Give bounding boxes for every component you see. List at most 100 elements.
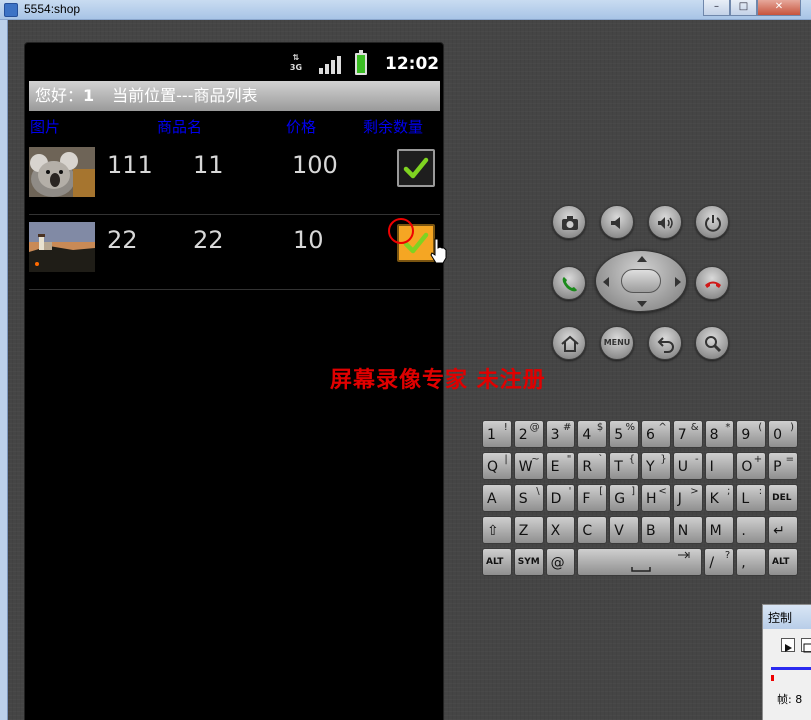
key-l[interactable]: L: <box>736 484 767 512</box>
key-6[interactable]: 6 ^ <box>640 420 671 448</box>
minimize-button[interactable]: – <box>703 0 730 16</box>
power-icon <box>705 215 721 232</box>
key-o[interactable]: O + <box>736 452 767 480</box>
space-icon <box>631 551 690 572</box>
key-c[interactable]: C <box>577 516 608 544</box>
column-header-name: 商品名 <box>157 118 203 136</box>
menu-label: MENU <box>603 338 631 347</box>
key-g[interactable]: G] <box>609 484 639 512</box>
key-e[interactable]: E " <box>545 452 576 480</box>
status-bar: ⇅ 3G 12:02 <box>25 43 443 83</box>
key-sym[interactable]: SYM <box>513 548 544 576</box>
dpad-right-icon[interactable] <box>675 277 681 287</box>
key-x[interactable]: X <box>545 516 576 544</box>
call-icon <box>562 277 577 292</box>
product-name: 11 <box>193 151 224 179</box>
key-at[interactable]: @ <box>545 548 576 576</box>
key-3[interactable]: 3 # <box>545 420 576 448</box>
key-comma[interactable]: , <box>736 548 766 576</box>
call-button[interactable] <box>552 266 586 300</box>
volume-up-button[interactable] <box>648 205 682 239</box>
app-icon <box>4 3 18 17</box>
dpad-center-button[interactable] <box>621 269 661 293</box>
key-d[interactable]: D ' <box>545 484 576 512</box>
table-row[interactable]: 22 22 10 <box>29 215 440 290</box>
key-i[interactable]: I <box>704 452 735 480</box>
camera-icon <box>562 216 578 230</box>
key-4[interactable]: 4 $ <box>577 420 608 448</box>
key-v[interactable]: V <box>609 516 639 544</box>
key-a[interactable]: A <box>482 484 512 512</box>
key-p[interactable]: P = <box>768 452 798 480</box>
key-h[interactable]: H < <box>640 484 671 512</box>
stop-button[interactable] <box>801 638 811 653</box>
key-n[interactable]: N <box>672 516 703 544</box>
greeting-label: 您好： <box>35 86 84 105</box>
row-divider <box>29 289 440 290</box>
search-button[interactable] <box>695 326 729 360</box>
frame-counter: 帧: 8 <box>777 693 803 706</box>
camera-button[interactable] <box>552 205 586 239</box>
key-9[interactable]: 9( <box>736 420 767 448</box>
network-label: 3G <box>289 63 303 72</box>
key-y[interactable]: Y} <box>640 452 671 480</box>
play-icon <box>785 644 792 652</box>
maximize-button[interactable]: □ <box>730 0 757 16</box>
emulator-keyboard: 1! 2 @3 #4 $5% 6 ^ 7 & 8 * 9(0) Q | W ~ E " R ` T{Y} U - I O + P =… <box>482 420 800 576</box>
key-space[interactable] <box>577 548 703 576</box>
back-button[interactable] <box>648 326 682 360</box>
network-3g-icon: ⇅ 3G <box>289 53 303 72</box>
product-price: 10 <box>293 226 324 254</box>
hand-cursor-icon <box>430 238 447 264</box>
control-window[interactable]: 控制 帧: 8 <box>762 604 811 720</box>
key-w[interactable]: W ~ <box>513 452 544 480</box>
key-alt-left[interactable]: ALT <box>482 548 512 576</box>
power-button[interactable] <box>695 205 729 239</box>
window-titlebar[interactable]: 5554:shop – □ ✕ <box>0 0 811 20</box>
stop-icon <box>803 643 811 653</box>
key-r[interactable]: R ` <box>577 452 608 480</box>
key-special[interactable]: ⇧ <box>482 516 512 544</box>
key-8[interactable]: 8 * <box>704 420 735 448</box>
dpad-down-icon[interactable] <box>637 301 647 307</box>
progress-bar <box>771 667 811 670</box>
key-0[interactable]: 0) <box>768 420 798 448</box>
dpad-left-icon[interactable] <box>603 277 609 287</box>
key-t[interactable]: T{ <box>609 452 639 480</box>
dpad[interactable] <box>595 250 687 312</box>
key-5[interactable]: 5% <box>609 420 639 448</box>
column-header-price: 价格 <box>286 118 317 136</box>
key-b[interactable]: B <box>640 516 671 544</box>
close-button[interactable]: ✕ <box>757 0 801 16</box>
key-special[interactable]: . <box>736 516 767 544</box>
volume-down-button[interactable] <box>600 205 634 239</box>
table-row[interactable]: 111 11 100 <box>29 140 440 215</box>
key-1[interactable]: 1! <box>482 420 512 448</box>
key-q[interactable]: Q | <box>482 452 512 480</box>
recorder-watermark: 屏幕录像专家 未注册 <box>330 367 546 393</box>
key-f[interactable]: F[ <box>577 484 608 512</box>
key-special[interactable]: DEL <box>768 484 798 512</box>
product-image-lighthouse <box>29 222 95 272</box>
key-2[interactable]: 2 @ <box>513 420 544 448</box>
key-z[interactable]: Z <box>513 516 544 544</box>
menu-button[interactable]: MENU <box>600 326 634 360</box>
key-k[interactable]: K; <box>704 484 735 512</box>
key-7[interactable]: 7 & <box>672 420 703 448</box>
user-name: 1 <box>83 86 95 105</box>
key-slash[interactable]: /? <box>704 548 735 576</box>
key-s[interactable]: S \ <box>513 484 544 512</box>
key-m[interactable]: M <box>704 516 735 544</box>
dpad-up-icon[interactable] <box>637 256 647 262</box>
home-button[interactable] <box>552 326 586 360</box>
key-j[interactable]: J > <box>672 484 703 512</box>
end-call-button[interactable] <box>695 266 729 300</box>
stock-checkbox[interactable] <box>397 149 435 187</box>
location-text: 当前位置---商品列表 <box>112 86 258 105</box>
progress-marker <box>771 675 774 681</box>
battery-icon <box>355 50 367 75</box>
key-u[interactable]: U- <box>672 452 703 480</box>
play-button[interactable] <box>781 638 795 652</box>
key-alt-right[interactable]: ALT <box>767 548 798 576</box>
key-special[interactable]: ↵ <box>768 516 798 544</box>
